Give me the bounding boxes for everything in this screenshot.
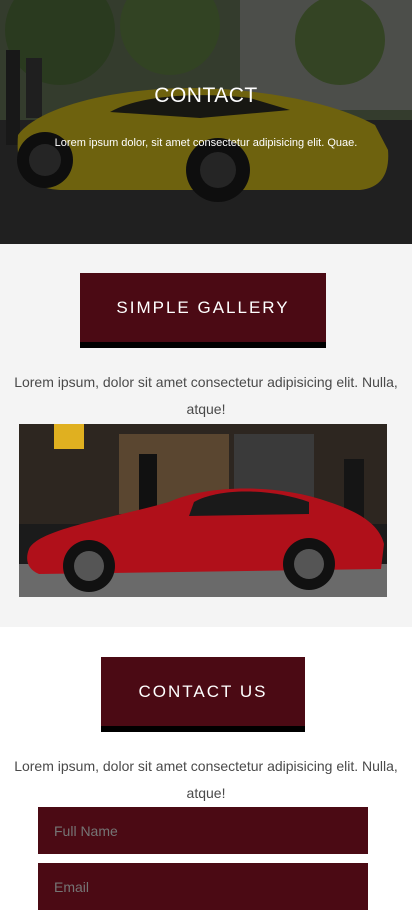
contact-heading: CONTACT US: [101, 657, 305, 732]
gallery-section: SIMPLE GALLERY Lorem ipsum, dolor sit am…: [0, 244, 412, 627]
gallery-heading: SIMPLE GALLERY: [80, 273, 326, 348]
gallery-car-image: [19, 424, 387, 597]
full-name-field[interactable]: [38, 807, 368, 854]
contact-description: Lorem ipsum, dolor sit amet consectetur …: [14, 758, 398, 801]
gallery-description: Lorem ipsum, dolor sit amet consectetur …: [14, 374, 398, 417]
hero-car-image: [0, 0, 412, 244]
hero-subtitle: Lorem ipsum dolor, sit amet consectetur …: [54, 137, 358, 149]
hero-banner: CONTACT Lorem ipsum dolor, sit amet cons…: [0, 0, 412, 244]
contact-section: CONTACT US Lorem ipsum, dolor sit amet c…: [0, 627, 412, 910]
email-field[interactable]: [38, 863, 368, 910]
hero-title: CONTACT: [154, 84, 258, 107]
